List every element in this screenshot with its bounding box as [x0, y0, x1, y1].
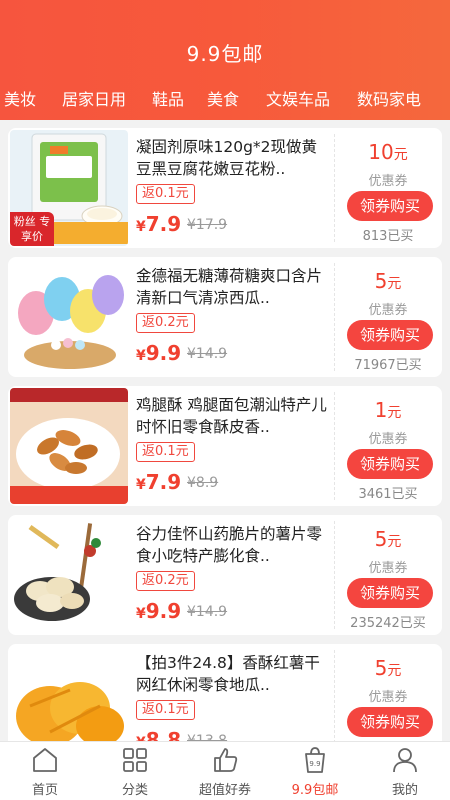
- tab-food[interactable]: 美食: [207, 86, 239, 110]
- rebate-badge: 返0.1元: [136, 700, 195, 720]
- tab-digital-appliances[interactable]: 数码家电: [357, 86, 421, 110]
- coupon-label: 优惠券: [368, 690, 408, 705]
- nav-home[interactable]: 首页: [0, 742, 90, 800]
- user-icon: [393, 748, 417, 773]
- get-coupon-buy-button[interactable]: 领券购买: [347, 449, 433, 479]
- nav-coupons[interactable]: 超值好券: [180, 742, 270, 800]
- product-image[interactable]: [10, 646, 128, 741]
- rebate-badge: 返0.2元: [136, 571, 195, 591]
- thumbs-up-icon: [214, 748, 238, 772]
- coupon-label: 优惠券: [368, 432, 408, 447]
- rebate-badge: 返0.2元: [136, 313, 195, 333]
- grid-icon: [123, 748, 147, 772]
- product-image[interactable]: 粉丝 专享价: [10, 130, 128, 246]
- coupon-label: 优惠券: [368, 303, 408, 318]
- get-coupon-buy-button[interactable]: 领券购买: [347, 578, 433, 608]
- get-coupon-buy-button[interactable]: 领券购买: [347, 707, 433, 737]
- sale-price: ¥7.9: [136, 470, 182, 494]
- rebate-badge: 返0.1元: [136, 184, 195, 204]
- product-name: 【拍3件24.8】香酥红薯干 网红休闲零食地瓜..: [136, 654, 320, 694]
- original-price: ¥14.9: [187, 346, 228, 362]
- tab-shoes[interactable]: 鞋品: [152, 86, 184, 110]
- get-coupon-buy-button[interactable]: 领券购买: [347, 320, 433, 350]
- bag-icon: 9.9: [305, 747, 325, 773]
- original-price: ¥8.9: [187, 475, 219, 491]
- sold-count: 813已买: [362, 229, 414, 244]
- product-image[interactable]: [10, 388, 128, 504]
- product-name: 鸡腿酥 鸡腿面包潮汕特产儿时怀旧零食酥皮香..: [136, 396, 327, 436]
- sale-price: ¥9.9: [136, 599, 182, 623]
- product-name: 凝固剂原味120g*2现做黄豆黑豆腐花嫩豆花粉..: [136, 138, 318, 178]
- original-price: ¥17.9: [187, 217, 228, 233]
- sale-price: ¥9.9: [136, 341, 182, 365]
- product-card[interactable]: 【拍3件24.8】香酥红薯干 网红休闲零食地瓜.. 返0.1元 ¥8.8 ¥13…: [8, 644, 442, 741]
- coupon-amount: 5元: [374, 527, 402, 551]
- nav-label: 首页: [31, 783, 58, 798]
- coupon-label: 优惠券: [368, 174, 408, 189]
- product-image[interactable]: [10, 517, 128, 633]
- coupon-amount: 10元: [368, 140, 408, 164]
- product-list: 粉丝 专享价 凝固剂原味120g*2现做黄豆黑豆腐花嫩豆花粉.. 返0.1元 ¥…: [8, 128, 442, 741]
- sold-count: 235242已买: [350, 616, 426, 631]
- product-card[interactable]: 鸡腿酥 鸡腿面包潮汕特产儿时怀旧零食酥皮香.. 返0.1元 ¥7.9 ¥8.9 …: [8, 386, 442, 506]
- nav-category[interactable]: 分类: [90, 742, 180, 800]
- coupon-amount: 5元: [374, 656, 402, 680]
- original-price: ¥14.9: [187, 604, 228, 620]
- nav-mine[interactable]: 我的: [360, 742, 450, 800]
- product-image[interactable]: [10, 259, 128, 375]
- sold-count: 71967已买: [354, 358, 422, 373]
- nav-9-9-free-shipping[interactable]: 9.9 9.9包邮: [270, 742, 360, 800]
- nav-label: 分类: [121, 783, 148, 798]
- header: 9.9包邮 美妆 居家日用 鞋品 美食 文娱车品 数码家电: [0, 0, 450, 120]
- fan-price-badge: 粉丝 专享价: [10, 212, 54, 246]
- product-card[interactable]: 谷力佳怀山药脆片的薯片零食小吃特产膨化食.. 返0.2元 ¥9.9 ¥14.9 …: [8, 515, 442, 635]
- sale-price: ¥7.9: [136, 212, 182, 236]
- svg-text:9.9: 9.9: [309, 760, 320, 768]
- coupon-amount: 5元: [374, 269, 402, 293]
- tab-beauty[interactable]: 美妆: [4, 86, 36, 110]
- sold-count: 3461已买: [358, 487, 418, 502]
- nav-label: 超值好券: [198, 783, 251, 798]
- product-card[interactable]: 金德福无糖薄荷糖爽口含片清新口气清凉西瓜.. 返0.2元 ¥9.9 ¥14.9 …: [8, 257, 442, 377]
- tab-home-goods[interactable]: 居家日用: [62, 86, 126, 110]
- sale-price: ¥8.8: [136, 728, 182, 741]
- page-title: 9.9包邮: [186, 42, 264, 66]
- coupon-label: 优惠券: [368, 561, 408, 576]
- category-tabs: 美妆 居家日用 鞋品 美食 文娱车品 数码家电: [0, 80, 450, 114]
- coupon-amount: 1元: [374, 398, 402, 422]
- nav-label: 9.9包邮: [291, 783, 339, 798]
- tab-entertainment-car[interactable]: 文娱车品: [266, 86, 330, 110]
- nav-label: 我的: [391, 783, 418, 798]
- rebate-badge: 返0.1元: [136, 442, 195, 462]
- bottom-nav: 首页 分类 超值好券 9.9 9.9包邮 我的: [0, 741, 450, 800]
- product-name: 谷力佳怀山药脆片的薯片零食小吃特产膨化食..: [136, 525, 323, 565]
- product-card[interactable]: 粉丝 专享价 凝固剂原味120g*2现做黄豆黑豆腐花嫩豆花粉.. 返0.1元 ¥…: [8, 128, 442, 248]
- home-icon: [33, 748, 57, 772]
- product-name: 金德福无糖薄荷糖爽口含片清新口气清凉西瓜..: [136, 267, 323, 307]
- original-price: ¥13.8: [187, 733, 228, 741]
- get-coupon-buy-button[interactable]: 领券购买: [347, 191, 433, 221]
